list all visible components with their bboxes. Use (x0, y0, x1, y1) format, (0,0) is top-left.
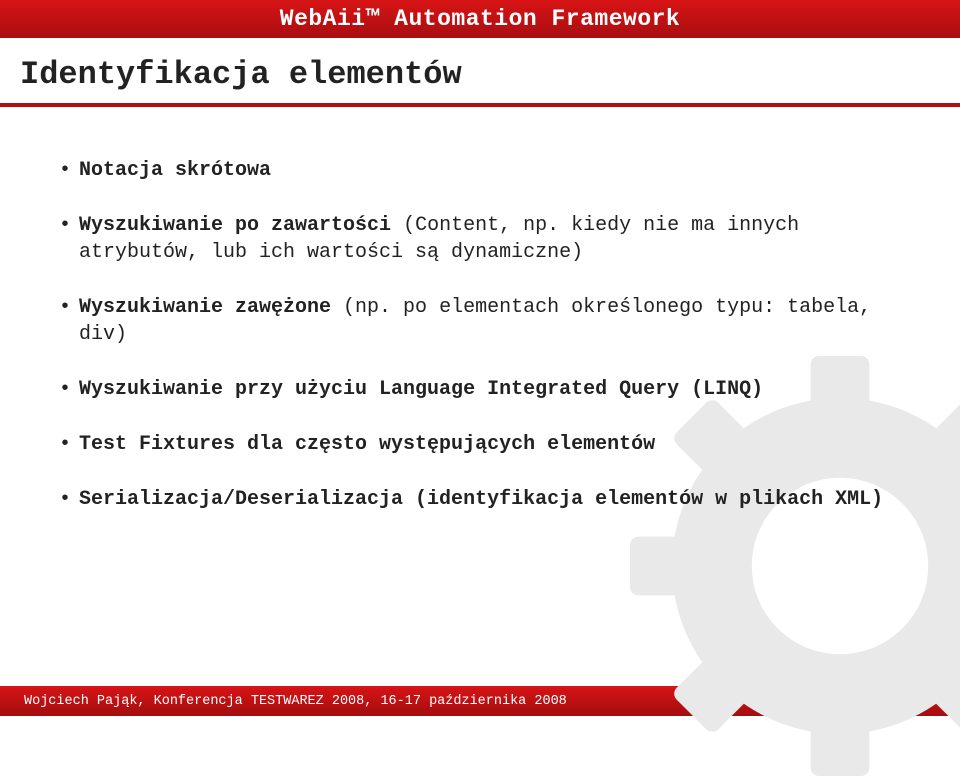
bullet-bold: Wyszukiwanie przy użyciu Language Integr… (79, 378, 763, 401)
bullet-bold: Wyszukiwanie po zawartości (79, 214, 391, 237)
list-item: Serializacja/Deserializacja (identyfikac… (55, 486, 905, 513)
bullet-bold: Test Fixtures dla często występujących e… (79, 433, 655, 456)
header-band: WebAii™ Automation Framework (0, 0, 960, 38)
page-title: Identyfikacja elementów (20, 56, 940, 93)
bullet-bold: Wyszukiwanie zawężone (79, 296, 331, 319)
footer-left-text: Wojciech Pająk, Konferencja TESTWAREZ 20… (24, 694, 567, 709)
bullet-bold: Notacja skrótowa (79, 159, 271, 182)
header-title: WebAii™ Automation Framework (280, 6, 680, 32)
page-title-wrap: Identyfikacja elementów (0, 38, 960, 107)
bullet-bold: Serializacja/Deserializacja (identyfikac… (79, 488, 883, 511)
list-item: Wyszukiwanie przy użyciu Language Integr… (55, 376, 905, 403)
content-area: Notacja skrótowa Wyszukiwanie po zawarto… (0, 107, 960, 561)
list-item: Test Fixtures dla często występujących e… (55, 431, 905, 458)
list-item: Wyszukiwanie po zawartości (Content, np.… (55, 212, 905, 266)
list-item: Notacja skrótowa (55, 157, 905, 184)
bullet-list: Notacja skrótowa Wyszukiwanie po zawarto… (55, 157, 905, 513)
list-item: Wyszukiwanie zawężone (np. po elementach… (55, 294, 905, 348)
